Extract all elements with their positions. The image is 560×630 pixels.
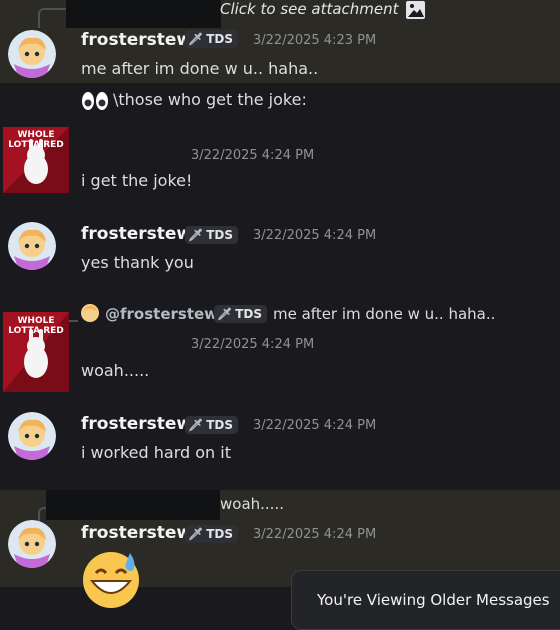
username[interactable]: frosterstew <box>81 224 192 244</box>
message-text: i get the joke! <box>81 171 193 190</box>
reply-avatar <box>81 304 99 326</box>
sword-icon: 🗡 <box>188 228 204 242</box>
older-messages-toast[interactable]: You're Viewing Older Messages <box>291 570 560 630</box>
image-icon[interactable] <box>405 0 426 24</box>
reply-text[interactable]: me after im done w u.. haha.. <box>273 305 495 323</box>
sword-icon: 🗡 <box>188 527 204 541</box>
message-text: \those who get the joke: <box>113 90 307 109</box>
reply-text[interactable]: woah..... <box>220 495 284 513</box>
avatar[interactable]: WHOLE LOTTA RED <box>3 127 69 193</box>
avatar[interactable] <box>8 30 56 78</box>
timestamp[interactable]: 3/22/2025 4:23 PM <box>253 33 376 48</box>
avatar[interactable] <box>8 412 56 460</box>
redacted-block <box>66 0 221 28</box>
role-tag[interactable]: 🗡 TDS <box>185 525 239 543</box>
role-tag-label: TDS <box>206 418 234 432</box>
username[interactable]: frosterstew <box>81 414 192 434</box>
avatar[interactable] <box>8 520 56 568</box>
username[interactable]: frosterstew <box>81 30 192 50</box>
eyes-emoji-icon <box>81 91 109 115</box>
toast-text: You're Viewing Older Messages <box>317 591 550 609</box>
reply-username[interactable]: @frosterstew <box>105 305 218 323</box>
redacted-block <box>46 490 220 520</box>
role-tag-label: TDS <box>235 307 263 321</box>
message-text: woah..... <box>81 361 150 380</box>
avatar[interactable] <box>8 222 56 270</box>
sword-icon: 🗡 <box>188 418 204 432</box>
role-tag[interactable]: 🗡 TDS <box>185 416 239 434</box>
grinning-sweat-emoji-icon <box>80 547 142 613</box>
role-tag-label: TDS <box>206 32 234 46</box>
timestamp[interactable]: 3/22/2025 4:24 PM <box>253 527 376 542</box>
role-tag-label: TDS <box>206 527 234 541</box>
reply-connector <box>38 8 68 28</box>
avatar-caption: WHOLE LOTTA RED <box>8 316 64 336</box>
sword-icon: 🗡 <box>217 307 233 321</box>
role-tag[interactable]: 🗡 TDS <box>185 30 239 48</box>
sword-icon: 🗡 <box>188 32 204 46</box>
username[interactable]: frosterstew <box>81 523 192 543</box>
avatar[interactable]: WHOLE LOTTA RED <box>3 312 69 392</box>
message-text: i worked hard on it <box>81 443 231 462</box>
role-tag-label: TDS <box>206 228 234 242</box>
role-tag[interactable]: 🗡 TDS <box>185 226 239 244</box>
reply-attachment-text[interactable]: Click to see attachment <box>220 0 399 18</box>
message-text: me after im done w u.. haha.. <box>81 59 319 78</box>
timestamp[interactable]: 3/22/2025 4:24 PM <box>191 337 314 352</box>
avatar-caption: WHOLE LOTTA RED <box>8 130 64 150</box>
message-text: yes thank you <box>81 253 194 272</box>
timestamp[interactable]: 3/22/2025 4:24 PM <box>253 228 376 243</box>
role-tag[interactable]: 🗡 TDS <box>214 305 268 323</box>
timestamp[interactable]: 3/22/2025 4:24 PM <box>191 148 314 163</box>
timestamp[interactable]: 3/22/2025 4:24 PM <box>253 418 376 433</box>
